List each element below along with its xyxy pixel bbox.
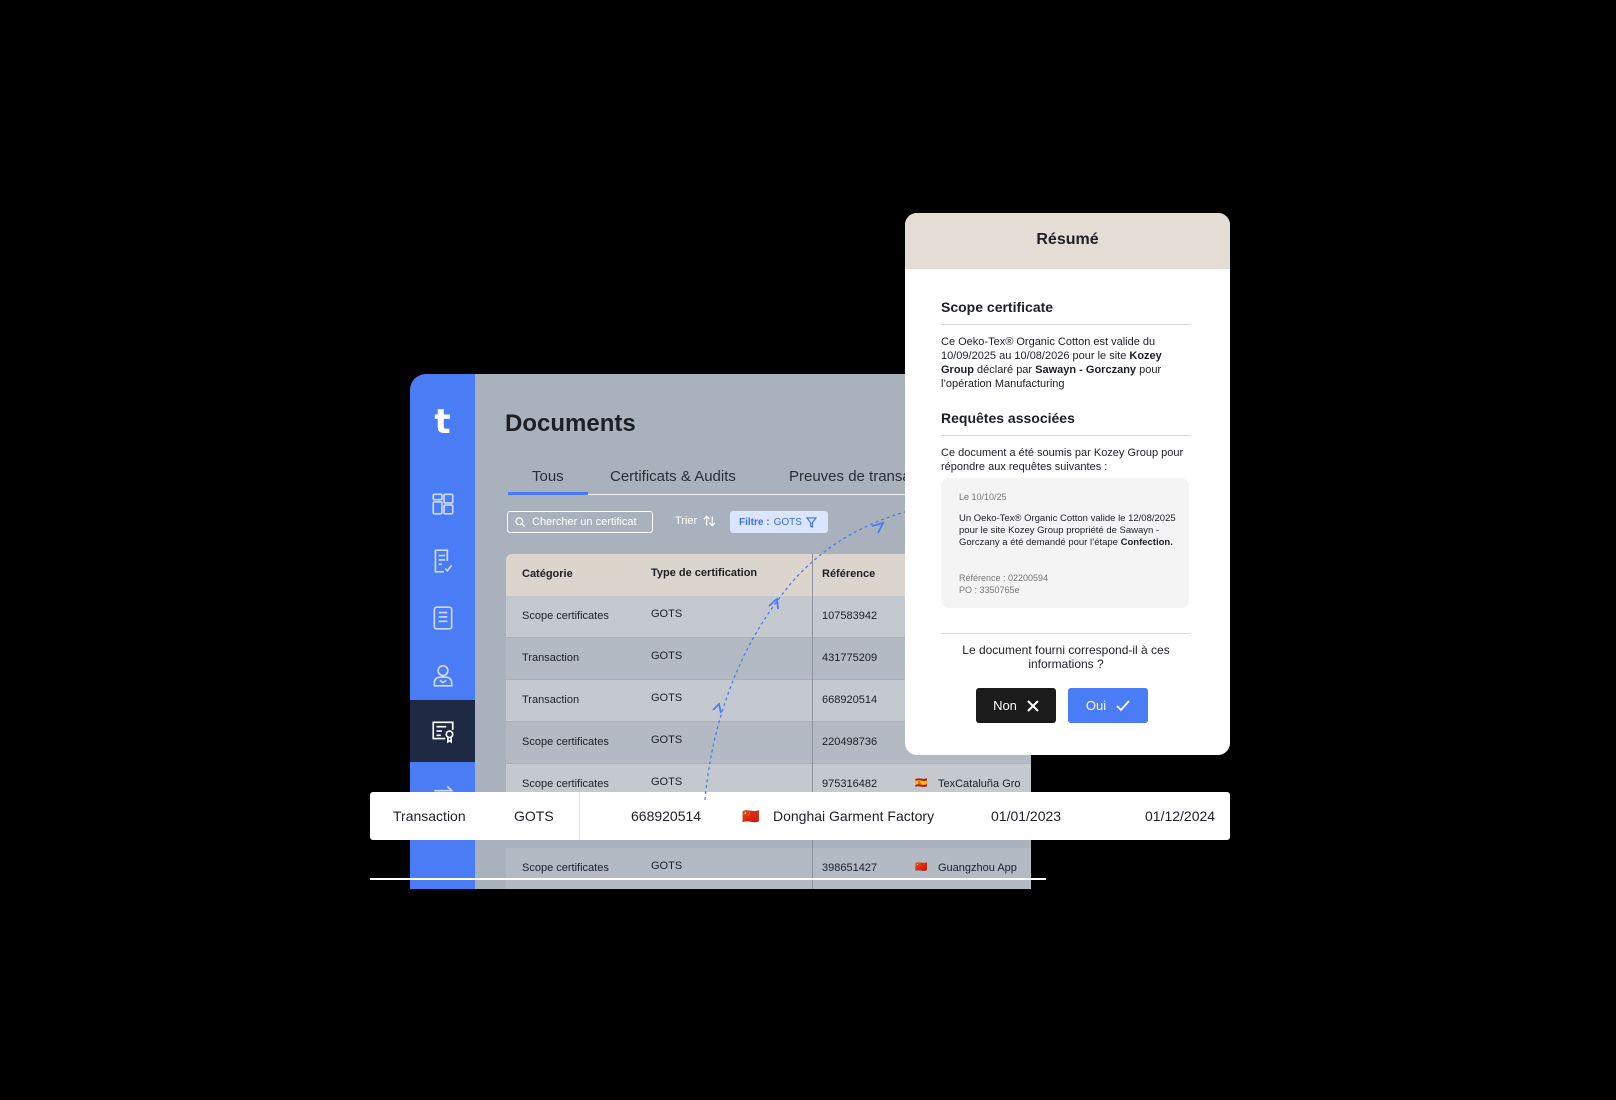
certificate-icon[interactable]: [410, 700, 475, 762]
row-type: GOTS: [651, 860, 683, 872]
sort-label: Trier: [675, 515, 698, 527]
requests-rule: [941, 435, 1191, 436]
request-item[interactable]: Le 10/10/25 Un Oeko-Tex® Organic Cotton …: [941, 478, 1189, 608]
request-date: Le 10/10/25: [959, 492, 1007, 502]
document-check-icon[interactable]: [410, 532, 475, 589]
hl-start-date: 01/01/2023: [991, 808, 1062, 824]
row-ref: 668920514: [822, 694, 878, 706]
row-category: Scope certificates: [522, 862, 609, 874]
hl-type: GOTS: [514, 808, 554, 824]
hl-flag: 🇨🇳: [742, 808, 760, 824]
row-category: Transaction: [522, 694, 580, 706]
summary-card: Résumé Scope certificate Ce Oeko-Tex® Or…: [905, 213, 1230, 755]
search-placeholder: Chercher un certificat: [532, 516, 637, 528]
row-ref: 398651427: [822, 862, 878, 874]
request-text: Un Oeko-Tex® Organic Cotton valide le 12…: [959, 513, 1176, 548]
header-reference[interactable]: Référence: [822, 568, 875, 580]
scope-title: Scope certificate: [941, 299, 1054, 315]
oui-button[interactable]: Oui: [1068, 688, 1148, 723]
row-ref: 107583942: [822, 610, 878, 622]
tab-active-indicator: [508, 492, 588, 495]
filter-icon: [805, 516, 817, 528]
tab-preuves[interactable]: Preuves de transa: [789, 468, 911, 485]
row-category: Scope certificates: [522, 778, 609, 790]
scope-text: Ce Oeko-Tex® Organic Cotton est valide d…: [941, 336, 1162, 390]
row-category: Scope certificates: [522, 610, 609, 622]
row-flag: 🇪🇸: [915, 778, 928, 789]
app-logo[interactable]: t: [410, 402, 475, 442]
check-icon: [1116, 699, 1130, 711]
window-bottom-line: [370, 878, 1046, 880]
header-type[interactable]: Type de certification: [651, 567, 757, 579]
question-rule: [941, 633, 1191, 634]
filter-chip[interactable]: Filtre : GOTS: [730, 511, 828, 533]
row-type: GOTS: [651, 692, 683, 704]
row-category: Scope certificates: [522, 736, 609, 748]
row-company: TexCataluña Gro: [938, 778, 1021, 790]
hl-end-date: 01/12/2024: [1145, 808, 1216, 824]
tab-tous[interactable]: Tous: [532, 468, 564, 485]
row-category: Transaction: [522, 652, 580, 664]
scope-rule: [941, 324, 1191, 325]
row-ref: 975316482: [822, 778, 878, 790]
non-button[interactable]: Non: [976, 688, 1056, 723]
requests-title: Requêtes associées: [941, 410, 1075, 426]
row-company: Guangzhou App: [938, 862, 1017, 874]
row-type: GOTS: [651, 608, 683, 620]
hl-company: Donghai Garment Factory: [773, 808, 935, 824]
row-flag: 🇨🇳: [915, 862, 928, 873]
sort-arrows-icon: [703, 515, 716, 527]
list-document-icon[interactable]: [410, 589, 475, 646]
header-categorie[interactable]: Catégorie: [522, 568, 573, 580]
search-input[interactable]: Chercher un certificat: [507, 511, 653, 533]
table-row[interactable]: Scope certificates GOTS 398651427 🇨🇳 Gua…: [506, 848, 1031, 889]
oui-label: Oui: [1085, 698, 1107, 713]
requests-intro: Ce document a été soumis par Kozey Group…: [941, 447, 1184, 473]
dashboard-icon[interactable]: [410, 475, 475, 532]
hl-ref: 668920514: [631, 808, 702, 824]
filter-value: GOTS: [773, 516, 802, 528]
request-reference: Référence : 02200594 PO : 3350765e: [959, 573, 1049, 595]
confirmation-question: Le document fourni correspond-il à ces i…: [962, 643, 1170, 671]
filter-prefix: Filtre :: [739, 516, 770, 528]
search-icon: [515, 517, 525, 527]
non-label: Non: [993, 698, 1017, 713]
user-icon[interactable]: [410, 646, 475, 703]
row-type: GOTS: [651, 734, 683, 746]
row-type: GOTS: [651, 776, 683, 788]
row-type: GOTS: [651, 650, 683, 662]
highlighted-row[interactable]: Transaction GOTS 668920514 🇨🇳 Donghai Ga…: [370, 792, 1230, 840]
hl-category: Transaction: [393, 808, 466, 824]
page-title: Documents: [505, 410, 636, 437]
tab-certificats-audits[interactable]: Certificats & Audits: [610, 468, 736, 485]
summary-title: Résumé: [1036, 231, 1099, 248]
close-icon: [1027, 699, 1039, 712]
row-ref: 220498736: [822, 736, 878, 748]
hl-divider: [579, 792, 580, 840]
row-ref: 431775209: [822, 652, 878, 664]
sort-button[interactable]: Trier: [675, 515, 716, 527]
